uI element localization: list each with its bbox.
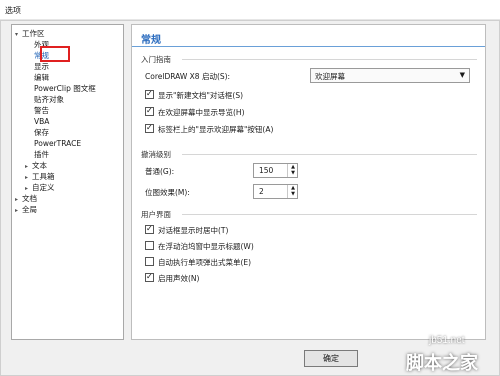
highlight-annotation <box>40 46 70 62</box>
expand-icon[interactable]: ▸ <box>25 184 32 194</box>
startup-select[interactable]: 欢迎屏幕 ▼ <box>310 68 470 83</box>
expand-icon[interactable]: ▸ <box>25 173 32 183</box>
tree-item-workspace[interactable]: ▾ 工作区 <box>15 29 45 39</box>
undo-bitmap-label: 位图效果(M): <box>145 188 190 197</box>
checkbox[interactable] <box>145 241 154 250</box>
watermark-url: jb51.net <box>429 335 465 346</box>
tree-item-edit[interactable]: 编辑 <box>34 73 49 83</box>
group-divider <box>182 154 477 155</box>
tree-item-text[interactable]: ▸ 文本 <box>25 161 47 171</box>
options-dialog: ▾ 工作区 外观 常规 显示 编辑 PowerClip 图文框 贴齐对象 警告 V… <box>0 20 500 376</box>
group-header-startup: 入门指南 <box>141 55 171 64</box>
window-title: 选项 <box>5 6 21 15</box>
undo-bitmap-spinbox[interactable]: 2 ▲ ▼ <box>253 184 298 199</box>
group-divider <box>182 214 477 215</box>
checkbox[interactable] <box>145 106 154 116</box>
expand-icon[interactable]: ▸ <box>25 162 32 172</box>
settings-panel: 常规 入门指南 CorelDRAW X8 启动(S): 欢迎屏幕 ▼ 显示"新建… <box>131 24 486 340</box>
tree-item-vba[interactable]: VBA <box>34 117 49 127</box>
checkbox[interactable] <box>145 272 154 282</box>
watermark-site: 脚本之家 <box>406 353 478 374</box>
checkbox[interactable] <box>145 224 154 234</box>
expand-icon[interactable]: ▸ <box>15 195 22 205</box>
page-title: 常规 <box>141 35 161 46</box>
collapse-icon[interactable]: ▾ <box>15 30 22 40</box>
startup-value: 欢迎屏幕 <box>315 72 345 81</box>
ok-button[interactable]: 确定 <box>304 350 358 367</box>
tree-item-snap[interactable]: 贴齐对象 <box>34 95 64 105</box>
group-divider <box>182 59 477 60</box>
tree-item-powerclip[interactable]: PowerClip 图文框 <box>34 84 96 94</box>
tree-item-warnings[interactable]: 警告 <box>34 106 49 116</box>
tree-item-global[interactable]: ▸ 全局 <box>15 205 37 215</box>
group-header-ui: 用户界面 <box>141 210 171 219</box>
tree-item-display[interactable]: 显示 <box>34 62 49 72</box>
spin-down-icon[interactable]: ▼ <box>288 191 298 197</box>
startup-label: CorelDRAW X8 启动(S): <box>145 72 231 81</box>
dropdown-arrow-icon[interactable]: ▼ <box>460 71 465 79</box>
tree-item-save[interactable]: 保存 <box>34 128 49 138</box>
tree-item-document[interactable]: ▸ 文档 <box>15 194 37 204</box>
spin-down-icon[interactable]: ▼ <box>288 170 298 176</box>
tree-item-plugins[interactable]: 插件 <box>34 150 49 160</box>
category-tree[interactable]: ▾ 工作区 外观 常规 显示 编辑 PowerClip 图文框 贴齐对象 警告 V… <box>11 24 124 340</box>
group-header-undo: 撤消级别 <box>141 150 171 159</box>
checkbox[interactable] <box>145 257 154 266</box>
tree-item-toolbox[interactable]: ▸ 工具箱 <box>25 172 55 182</box>
title-divider <box>132 46 485 47</box>
checkbox[interactable] <box>145 123 154 133</box>
expand-icon[interactable]: ▸ <box>15 206 22 216</box>
undo-normal-spinbox[interactable]: 150 ▲ ▼ <box>253 163 298 178</box>
title-bar: 选项 <box>0 0 500 20</box>
undo-normal-label: 普通(G): <box>145 167 175 176</box>
tree-item-powertrace[interactable]: PowerTRACE <box>34 139 81 149</box>
checkbox[interactable] <box>145 89 154 99</box>
tree-item-customize[interactable]: ▸ 自定义 <box>25 183 55 193</box>
